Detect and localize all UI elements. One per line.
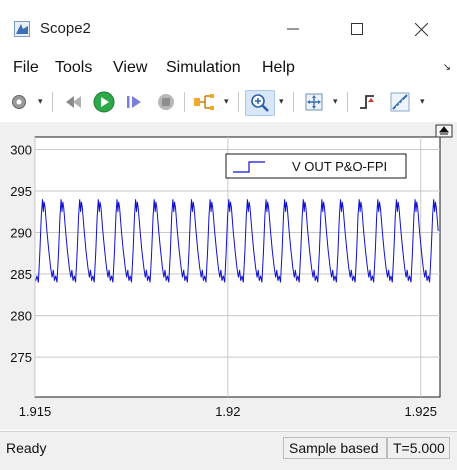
- x-axis-ticks: 1.915 1.92 1.925: [19, 404, 437, 419]
- step-back-button[interactable]: [62, 90, 84, 114]
- trigger-icon: [360, 95, 374, 109]
- sample-mode-indicator: Sample based: [283, 437, 387, 459]
- signal-selector-button[interactable]: [192, 90, 216, 114]
- scope-display: 300 295 290 285 280 275 1.915 1.92 1.925 V OUT …: [0, 122, 457, 430]
- toolbar: ▾ ▾ ▾ ▾ ▾: [0, 86, 457, 118]
- window-title: Scope2: [40, 20, 91, 37]
- x-tick-label: 1.92: [215, 404, 240, 419]
- autoscale-dropdown-icon[interactable]: ▾: [333, 96, 338, 107]
- zoom-button[interactable]: [245, 90, 275, 116]
- step-forward-icon: [127, 96, 141, 108]
- step-forward-button[interactable]: [124, 90, 146, 114]
- x-tick-label: 1.915: [19, 404, 52, 419]
- y-tick-label: 295: [10, 184, 32, 199]
- step-back-icon: [66, 96, 81, 108]
- status-bar: Ready Sample based T=5.000: [0, 431, 457, 470]
- y-tick-label: 285: [10, 267, 32, 282]
- measurements-dropdown-icon[interactable]: ▾: [420, 96, 425, 107]
- toolbar-separator: [293, 92, 294, 112]
- minimize-button[interactable]: [270, 14, 316, 44]
- signal-dropdown-icon[interactable]: ▾: [224, 96, 229, 107]
- y-axis-ticks: 300 295 290 285 280 275: [10, 142, 32, 365]
- x-tick-label: 1.925: [404, 404, 437, 419]
- close-button[interactable]: [398, 14, 444, 44]
- menu-help[interactable]: Help: [262, 59, 295, 77]
- stop-icon: [158, 94, 174, 110]
- menu-overflow-icon[interactable]: ↘: [443, 62, 451, 73]
- settings-button[interactable]: [8, 90, 30, 114]
- y-tick-label: 300: [10, 142, 32, 157]
- status-text: Ready: [6, 440, 47, 456]
- menu-tools[interactable]: Tools: [55, 59, 92, 77]
- menu-bar: File Tools View Simulation Help ↘: [0, 56, 457, 82]
- run-button[interactable]: [92, 90, 116, 114]
- zoom-in-icon: [251, 94, 269, 112]
- y-tick-label: 290: [10, 226, 32, 241]
- minimize-icon: [287, 28, 299, 30]
- maximize-icon: [351, 23, 363, 35]
- title-bar: Scope2: [0, 0, 457, 54]
- measurements-button[interactable]: [388, 90, 412, 114]
- simulation-time: T=5.000: [387, 437, 450, 459]
- restore-layout-button[interactable]: [435, 124, 453, 138]
- toolbar-separator: [238, 92, 239, 112]
- toolbar-separator: [184, 92, 185, 112]
- zoom-dropdown-icon[interactable]: ▾: [279, 96, 284, 107]
- triggers-button[interactable]: [356, 90, 380, 114]
- toolbar-separator: [347, 92, 348, 112]
- stop-button[interactable]: [155, 90, 177, 114]
- matlab-scope-icon: [14, 21, 30, 37]
- autoscale-button[interactable]: [302, 90, 326, 114]
- plot-svg: 300 295 290 285 280 275 1.915 1.92 1.925 V OUT …: [10, 124, 453, 419]
- maximize-button[interactable]: [334, 14, 380, 44]
- menu-file[interactable]: File: [13, 59, 39, 77]
- close-icon: [414, 22, 428, 36]
- y-tick-label: 275: [10, 350, 32, 365]
- play-icon: [93, 91, 115, 113]
- legend[interactable]: V OUT P&O-FPI: [225, 153, 407, 179]
- settings-dropdown-icon[interactable]: ▾: [38, 96, 43, 107]
- legend-label: V OUT P&O-FPI: [292, 159, 387, 174]
- menu-view[interactable]: View: [113, 59, 147, 77]
- signal-routing-icon: [194, 94, 214, 110]
- ruler-icon: [390, 92, 410, 112]
- gear-icon: [12, 95, 26, 109]
- menu-simulation[interactable]: Simulation: [166, 59, 241, 77]
- toolbar-separator: [52, 92, 53, 112]
- fit-to-view-icon: [305, 93, 323, 111]
- y-tick-label: 280: [10, 309, 32, 324]
